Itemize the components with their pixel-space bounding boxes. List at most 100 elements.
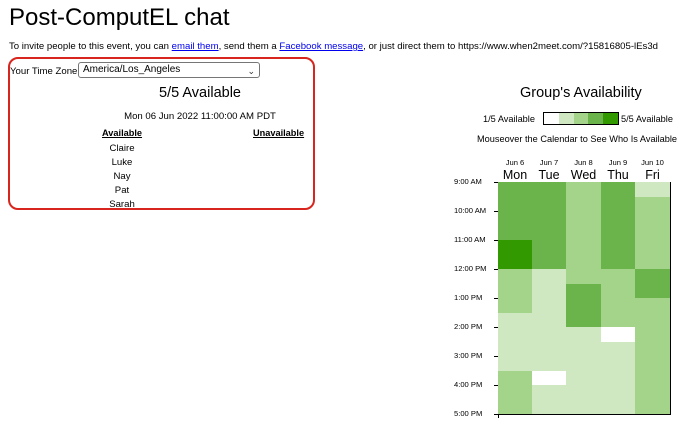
availability-slot[interactable] [532, 312, 567, 328]
availability-slot[interactable] [498, 211, 533, 227]
day-header: Jun 9 Thu [601, 158, 635, 182]
availability-slot[interactable] [532, 399, 567, 415]
availability-slot[interactable] [566, 298, 602, 314]
availability-slot[interactable] [532, 196, 567, 212]
availability-slot[interactable] [635, 298, 671, 314]
availability-slot[interactable] [635, 385, 671, 401]
email-link[interactable]: email them [172, 41, 219, 52]
availability-slot[interactable] [635, 356, 671, 372]
availability-slot[interactable] [498, 225, 533, 241]
availability-slot[interactable] [498, 370, 533, 386]
availability-slot[interactable] [498, 240, 533, 256]
timezone-label: Your Time Zone: [10, 66, 81, 77]
day-header: Jun 6 Mon [498, 158, 532, 182]
availability-slot[interactable] [498, 312, 533, 328]
availability-slot[interactable] [498, 385, 533, 401]
availability-slot[interactable] [498, 269, 533, 285]
availability-slot[interactable] [601, 399, 636, 415]
legend-min-label: 1/5 Available [483, 114, 535, 124]
availability-slot[interactable] [635, 327, 671, 343]
availability-slot[interactable] [601, 370, 636, 386]
availability-slot[interactable] [635, 312, 671, 328]
availability-slot[interactable] [635, 225, 671, 241]
availability-slot[interactable] [635, 341, 671, 357]
availability-slot[interactable] [566, 385, 602, 401]
availability-slot[interactable] [532, 341, 567, 357]
availability-slot[interactable] [498, 182, 533, 198]
availability-slot[interactable] [601, 385, 636, 401]
unavailable-header: Unavailable [253, 128, 305, 138]
availability-slot[interactable] [566, 399, 602, 415]
availability-slot[interactable] [566, 254, 602, 270]
availability-slot[interactable] [635, 182, 671, 198]
availability-slot[interactable] [532, 298, 567, 314]
availability-slot[interactable] [532, 225, 567, 241]
availability-slot[interactable] [601, 312, 636, 328]
availability-slot[interactable] [601, 327, 636, 343]
availability-slot[interactable] [601, 240, 636, 256]
availability-slot[interactable] [566, 283, 602, 299]
availability-slot[interactable] [601, 269, 636, 285]
availability-slot[interactable] [498, 327, 533, 343]
availability-slot[interactable] [532, 211, 567, 227]
availability-slot[interactable] [566, 211, 602, 227]
availability-slot[interactable] [498, 341, 533, 357]
availability-slot[interactable] [532, 182, 567, 198]
availability-slot[interactable] [566, 327, 602, 343]
availability-slot[interactable] [635, 399, 671, 415]
legend-swatch [588, 113, 604, 124]
availability-slot[interactable] [532, 370, 567, 386]
availability-slot[interactable] [498, 298, 533, 314]
availability-slot[interactable] [635, 211, 671, 227]
timezone-value: America/Los_Angeles [83, 64, 181, 75]
availability-slot[interactable] [601, 356, 636, 372]
availability-slot[interactable] [635, 240, 671, 256]
availability-slot[interactable] [601, 341, 636, 357]
available-people-list: Claire Luke Nay Pat Sarah [91, 142, 153, 212]
calendar-hint: Mouseover the Calendar to See Who Is Ava… [477, 134, 678, 144]
availability-slot[interactable] [566, 370, 602, 386]
page-title: Post-ComputEL chat [9, 4, 230, 31]
availability-slot[interactable] [498, 399, 533, 415]
legend-max-label: 5/5 Available [621, 114, 673, 124]
availability-slot[interactable] [532, 327, 567, 343]
availability-slot[interactable] [566, 269, 602, 285]
availability-slot[interactable] [498, 283, 533, 299]
availability-slot[interactable] [635, 254, 671, 270]
availability-slot[interactable] [601, 254, 636, 270]
timezone-select[interactable]: America/Los_Angeles ⌄ [78, 62, 260, 78]
availability-slot[interactable] [566, 341, 602, 357]
availability-slot[interactable] [532, 385, 567, 401]
availability-slot[interactable] [566, 240, 602, 256]
availability-slot[interactable] [566, 312, 602, 328]
availability-slot[interactable] [635, 283, 671, 299]
availability-slot[interactable] [566, 182, 602, 198]
day-weekday: Tue [538, 168, 560, 182]
availability-slot[interactable] [635, 269, 671, 285]
availability-slot[interactable] [532, 269, 567, 285]
availability-slot[interactable] [532, 356, 567, 372]
legend-swatch [558, 113, 574, 124]
availability-slot[interactable] [601, 298, 636, 314]
availability-slot[interactable] [601, 182, 636, 198]
availability-slot[interactable] [566, 225, 602, 241]
availability-slot[interactable] [601, 283, 636, 299]
availability-slot[interactable] [635, 370, 671, 386]
availability-slot[interactable] [601, 225, 636, 241]
availability-slot[interactable] [532, 240, 567, 256]
availability-slot[interactable] [601, 196, 636, 212]
day-weekday: Thu [607, 168, 629, 182]
facebook-link[interactable]: Facebook message [279, 41, 363, 52]
availability-slot[interactable] [532, 283, 567, 299]
availability-slot[interactable] [635, 196, 671, 212]
group-availability-grid[interactable] [498, 182, 671, 418]
time-label: 10:00 AM [454, 206, 487, 215]
day-weekday: Fri [645, 168, 660, 182]
availability-slot[interactable] [498, 254, 533, 270]
availability-slot[interactable] [498, 356, 533, 372]
availability-slot[interactable] [532, 254, 567, 270]
availability-slot[interactable] [498, 196, 533, 212]
availability-slot[interactable] [566, 196, 602, 212]
availability-slot[interactable] [601, 211, 636, 227]
availability-slot[interactable] [566, 356, 602, 372]
